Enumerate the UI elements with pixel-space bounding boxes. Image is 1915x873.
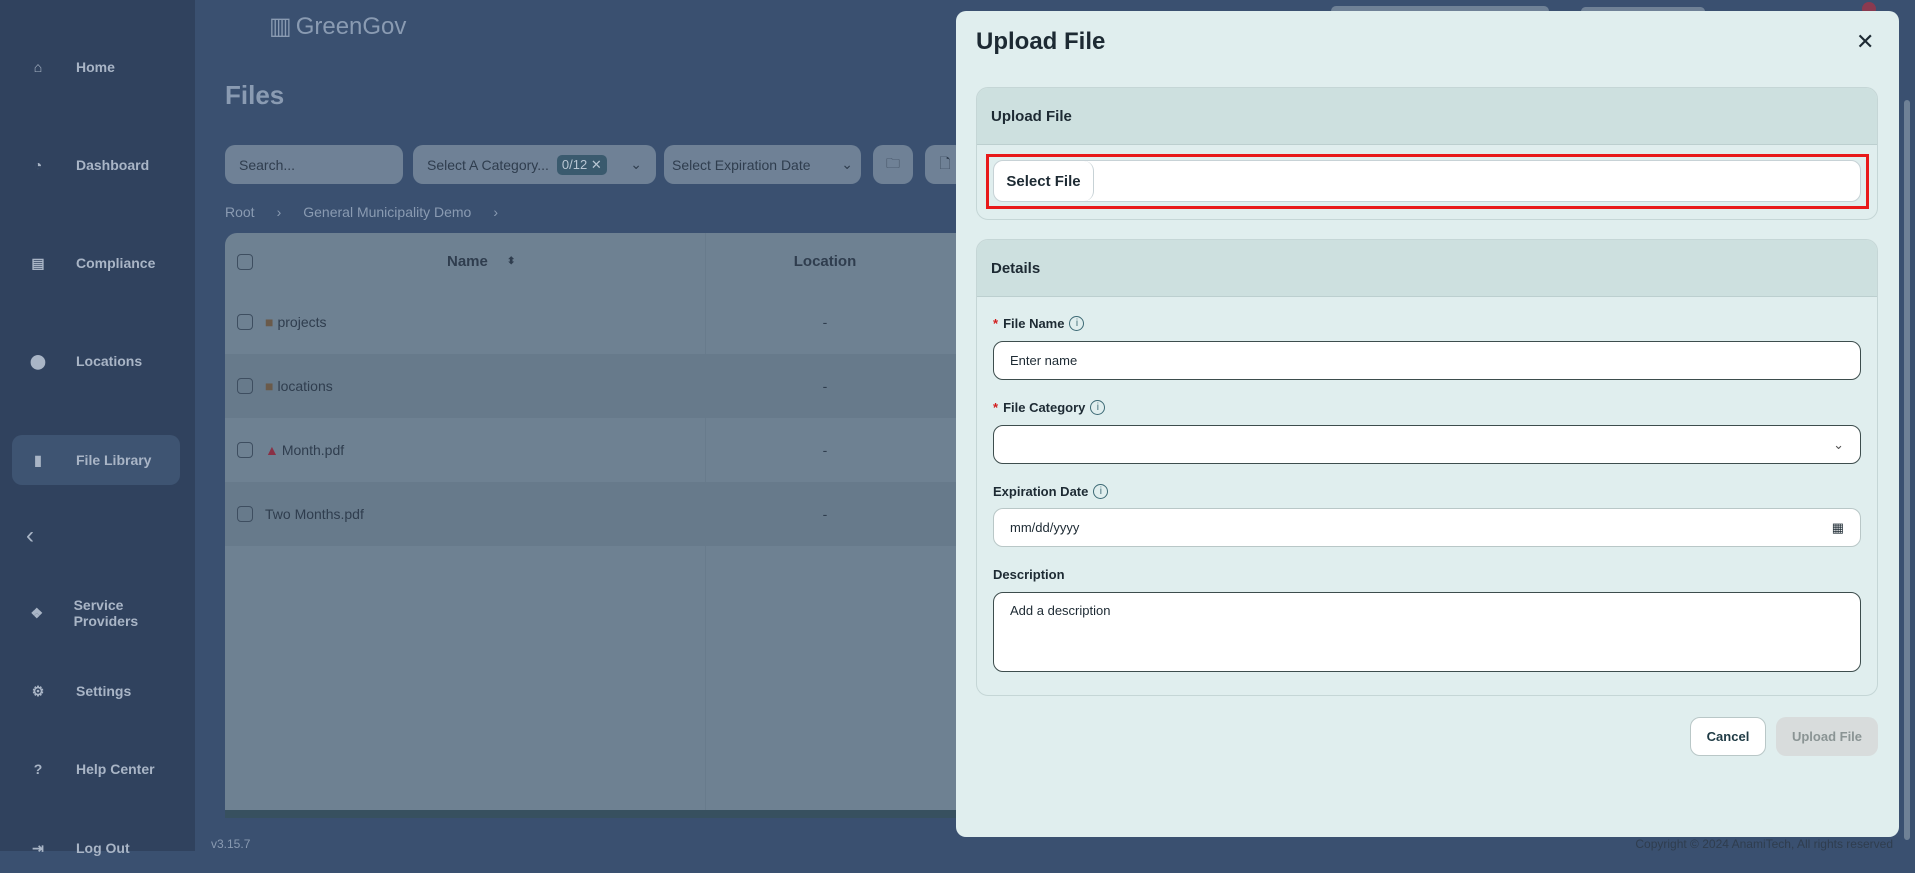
pie-chart-icon: ◔ bbox=[33, 157, 43, 173]
info-icon[interactable]: i bbox=[1090, 400, 1106, 415]
file-icon: ▮ bbox=[34, 451, 42, 468]
sidebar-item-log-out[interactable]: ⇥ Log Out bbox=[12, 823, 180, 873]
file-name-label: * File Name i bbox=[993, 316, 1085, 331]
sidebar-item-service-providers[interactable]: ❖ Service Providers bbox=[12, 588, 180, 638]
search-input[interactable]: Search... bbox=[225, 145, 403, 184]
table-header: Name ⬍ Location bbox=[225, 233, 965, 818]
chevron-down-icon: ⌄ bbox=[841, 156, 853, 172]
info-icon[interactable]: i bbox=[1069, 316, 1085, 331]
folder-icon: 🗀 bbox=[886, 154, 900, 171]
version-label: v3.15.7 bbox=[211, 837, 251, 851]
new-folder-button[interactable]: 🗀 bbox=[873, 145, 913, 184]
sidebar-item-file-library[interactable]: ▮ File Library bbox=[12, 435, 180, 485]
table-row[interactable]: ■ locations - bbox=[225, 354, 965, 418]
page-title: Files bbox=[225, 80, 285, 110]
sort-icon[interactable]: ⬍ bbox=[507, 256, 515, 267]
calendar-icon[interactable]: ▦ bbox=[1832, 520, 1844, 536]
chevron-down-icon: ⌄ bbox=[630, 156, 642, 172]
file-category-select[interactable]: ⌄ bbox=[993, 425, 1861, 464]
file-name-input[interactable]: Enter name bbox=[993, 341, 1861, 380]
folder-icon: ■ bbox=[265, 314, 274, 330]
category-count-badge[interactable]: 0/12 ✕ bbox=[556, 154, 607, 175]
page-scrollbar[interactable] bbox=[1904, 100, 1910, 840]
breadcrumb: Root › General Municipality Demo › bbox=[225, 204, 498, 220]
expiration-select[interactable]: Select Expiration Date ⌄ bbox=[664, 145, 861, 184]
description-label: Description bbox=[993, 567, 1065, 582]
table-row[interactable]: ▲ Month.pdf - bbox=[225, 418, 965, 482]
name-header[interactable]: Name bbox=[447, 253, 488, 270]
sidebar-item-dashboard[interactable]: ◔ Dashboard bbox=[12, 140, 180, 190]
expiration-date-label: Expiration Date i bbox=[993, 484, 1109, 499]
logo: ▥ GreenGov bbox=[269, 12, 407, 41]
copyright: Copyright © 2024 AnamiTech, All rights r… bbox=[1635, 837, 1893, 851]
file-input[interactable]: Select File bbox=[993, 160, 1861, 202]
table-row[interactable]: ■ projects - bbox=[225, 290, 965, 354]
help-icon: ? bbox=[33, 761, 43, 777]
sidebar-item-help-center[interactable]: ? Help Center bbox=[12, 744, 180, 794]
upload-section-header: Upload File bbox=[977, 88, 1877, 145]
modal-title: Upload File bbox=[976, 28, 1106, 55]
select-file-button[interactable]: Select File bbox=[994, 161, 1094, 201]
row-checkbox[interactable] bbox=[237, 506, 253, 522]
files-table: Name ⬍ Location ■ projects - ■ locations - ▲… bbox=[225, 233, 965, 818]
upload-file-submit-button[interactable]: Upload File bbox=[1776, 717, 1878, 756]
table-row[interactable]: Two Months.pdf - bbox=[225, 482, 965, 546]
file-icon: 🗋 bbox=[939, 154, 951, 171]
horizontal-scrollbar[interactable] bbox=[225, 810, 965, 818]
expiration-date-input[interactable]: mm/dd/yyyy ▦ bbox=[993, 508, 1861, 547]
row-checkbox[interactable] bbox=[237, 378, 253, 394]
info-icon[interactable]: i bbox=[1093, 484, 1109, 499]
sidebar-item-home[interactable]: ⌂ Home bbox=[12, 42, 180, 92]
upload-file-modal: Upload File ✕ Upload File Select File De… bbox=[956, 11, 1899, 837]
location-header: Location bbox=[793, 253, 857, 270]
sidebar: ⌂ Home ◔ Dashboard ▤ Compliance ⬤ Locations … bbox=[0, 0, 195, 856]
breadcrumb-root[interactable]: Root bbox=[225, 204, 255, 220]
sidebar-item-locations[interactable]: ⬤ Locations bbox=[12, 336, 180, 386]
chevron-left-icon: ‹ bbox=[26, 522, 34, 549]
details-section-header: Details bbox=[977, 240, 1877, 297]
map-pin-icon: ⬤ bbox=[30, 352, 46, 369]
sidebar-item-compliance[interactable]: ▤ Compliance bbox=[12, 238, 180, 288]
gear-icon: ⚙ bbox=[31, 682, 45, 699]
logout-icon: ⇥ bbox=[32, 839, 44, 856]
close-icon[interactable]: ✕ bbox=[1856, 29, 1874, 55]
description-textarea[interactable]: Add a description bbox=[993, 592, 1861, 672]
file-category-label: * File Category i bbox=[993, 400, 1106, 415]
cancel-button[interactable]: Cancel bbox=[1690, 717, 1766, 756]
building-icon: ▥ bbox=[269, 13, 292, 40]
folder-icon: ■ bbox=[265, 378, 274, 394]
breadcrumb-current[interactable]: General Municipality Demo bbox=[303, 204, 471, 220]
sidebar-item-settings[interactable]: ⚙ Settings bbox=[12, 666, 180, 716]
home-icon: ⌂ bbox=[33, 59, 43, 75]
collapse-sidebar-button[interactable]: ‹ bbox=[12, 511, 180, 561]
handshake-icon: ❖ bbox=[30, 604, 44, 621]
inbox-icon: ▤ bbox=[31, 254, 45, 271]
warning-icon: ▲ bbox=[265, 442, 279, 458]
row-checkbox[interactable] bbox=[237, 442, 253, 458]
category-select[interactable]: Select A Category... 0/12 ✕ ⌄ bbox=[413, 145, 656, 184]
chevron-down-icon: ⌄ bbox=[1833, 436, 1844, 452]
row-checkbox[interactable] bbox=[237, 314, 253, 330]
select-all-checkbox[interactable] bbox=[237, 253, 253, 270]
